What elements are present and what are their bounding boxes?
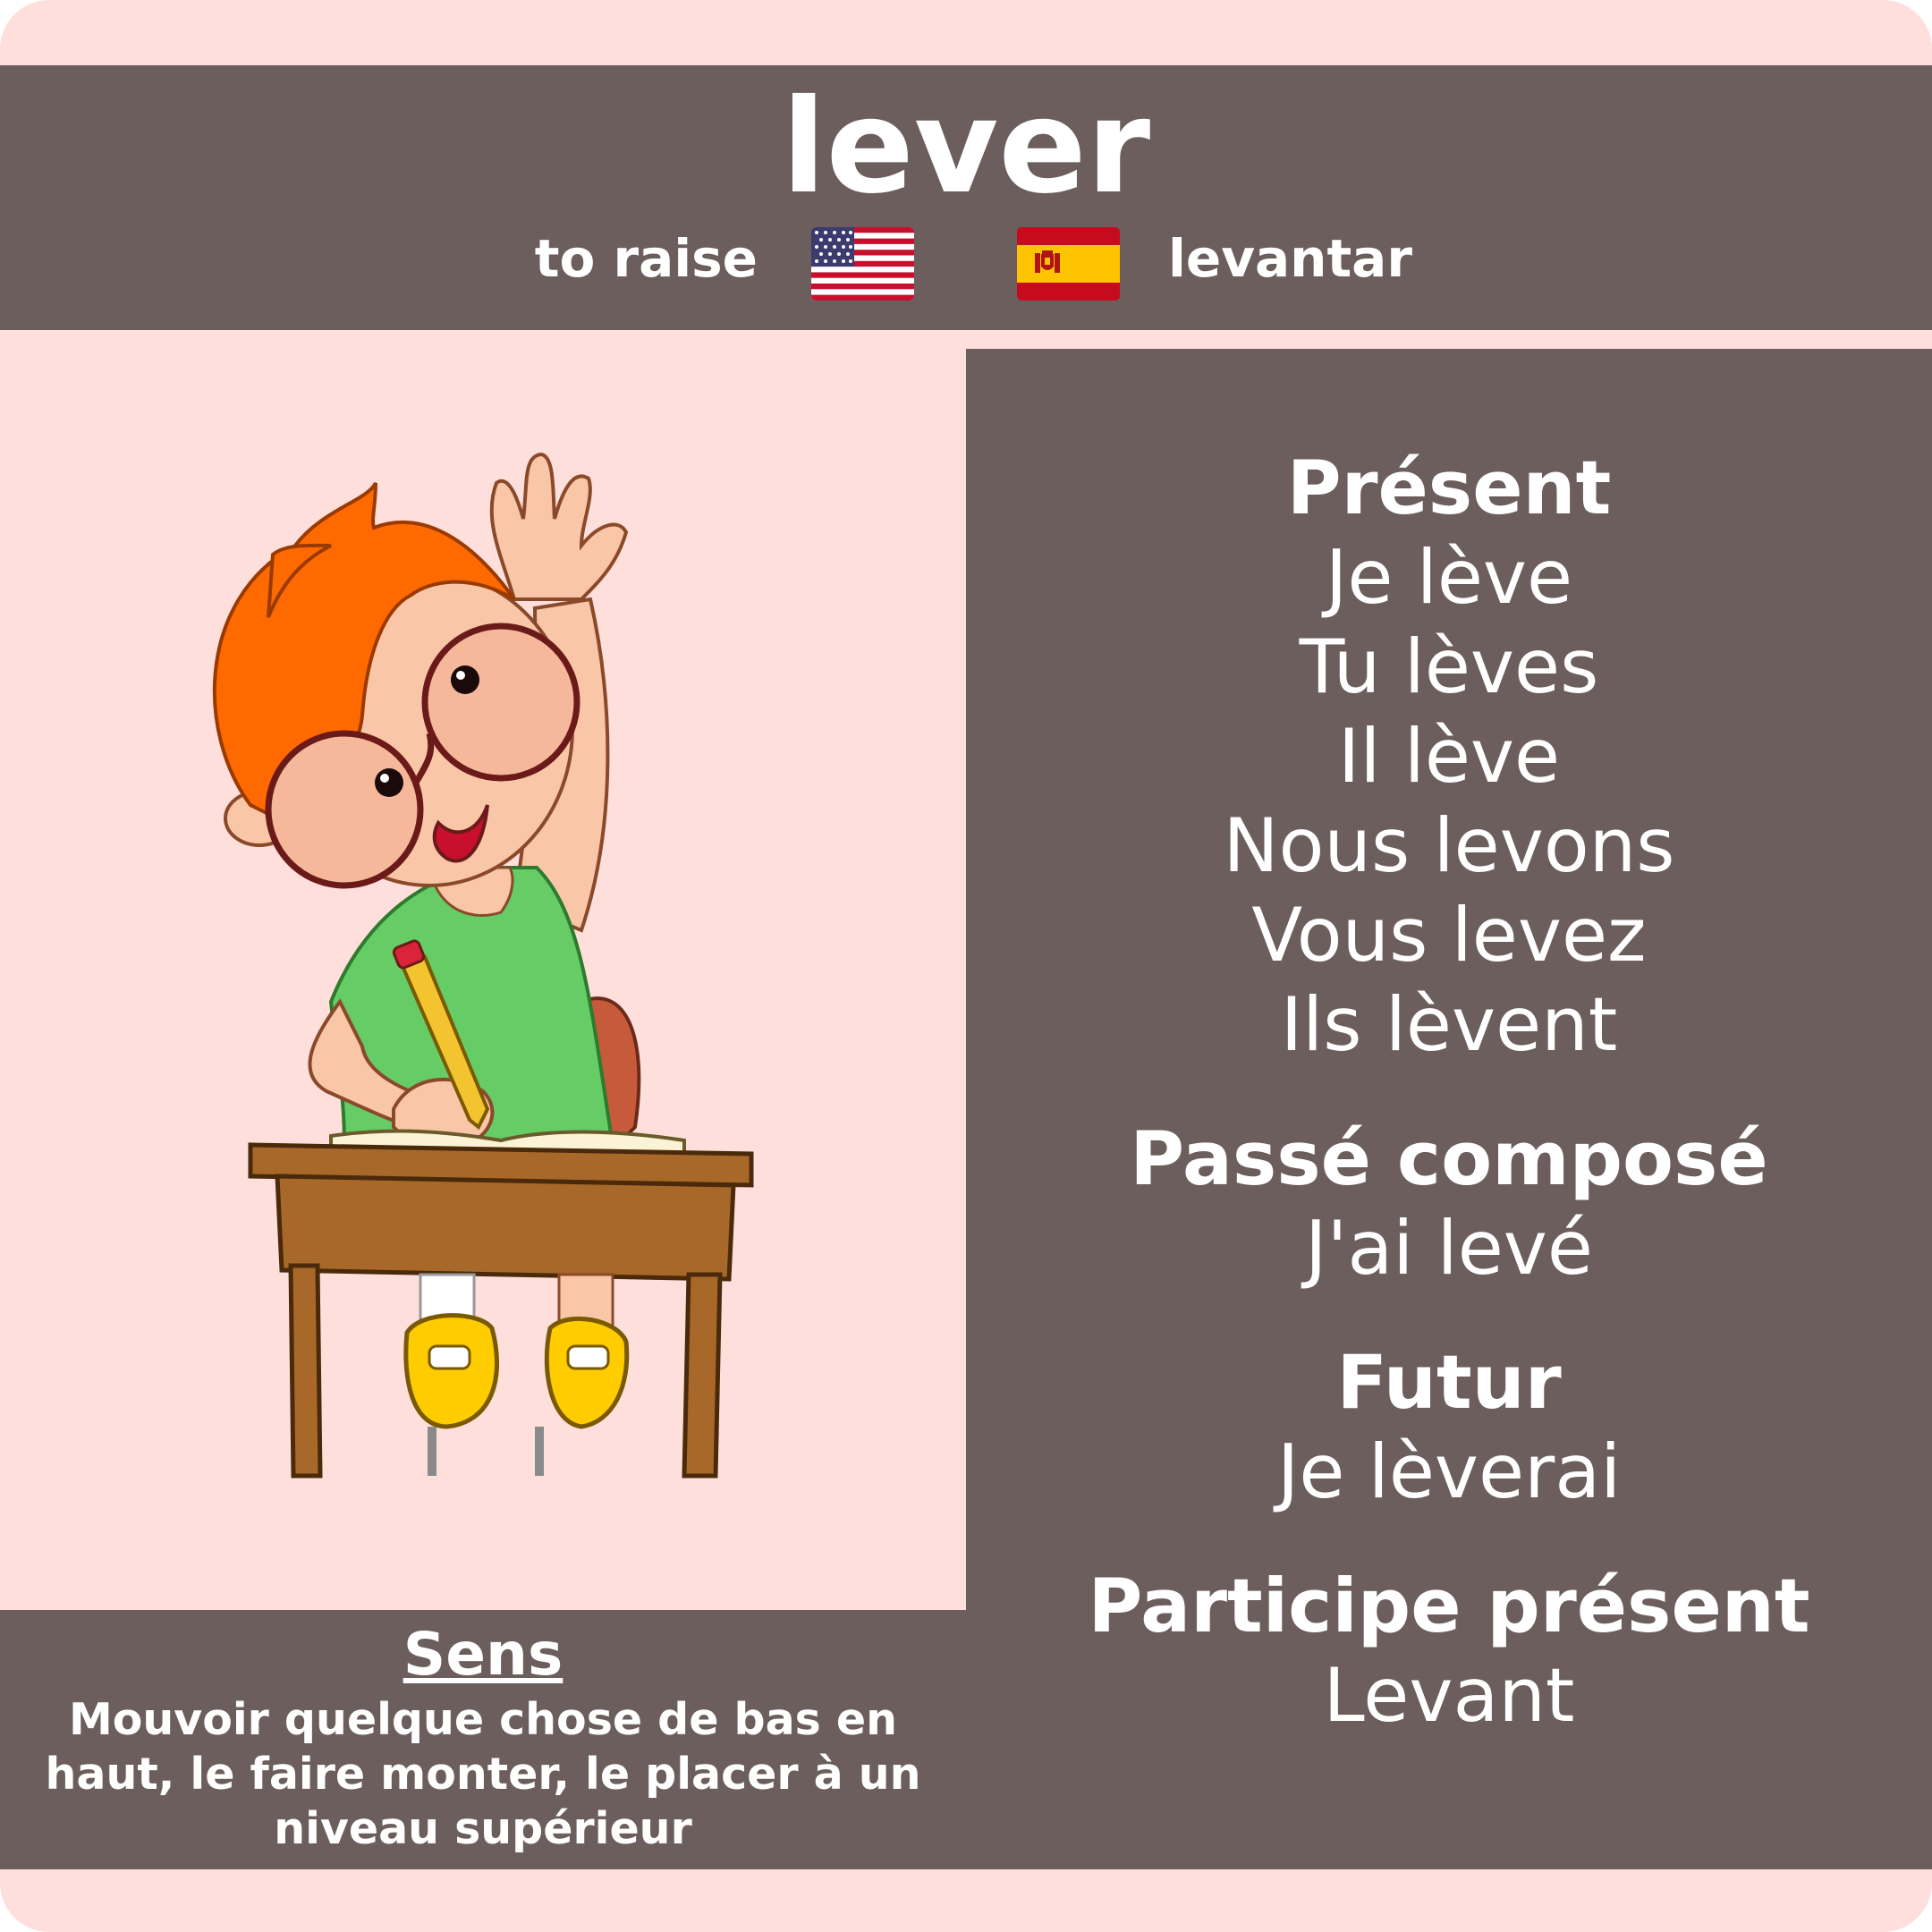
passe-compose-form: J'ai levé xyxy=(1305,1205,1593,1292)
present-form-ils: Ils lèvent xyxy=(1280,981,1618,1068)
present-form-je: Je lève xyxy=(1325,534,1573,621)
participe-present-label: Participe présent xyxy=(1088,1563,1810,1649)
spanish-translation: levantar xyxy=(1168,228,1412,289)
present-form-tu: Tu lèves xyxy=(1299,623,1599,710)
sens-title: Sens xyxy=(402,1620,564,1689)
verb-card: lever to raise levantar Présent Je lève … xyxy=(0,0,1932,1932)
present-form-vous: Vous levez xyxy=(1251,892,1647,979)
us-flag-icon xyxy=(811,227,914,301)
present-form-nous: Nous levons xyxy=(1223,802,1675,889)
participe-present-form: Levant xyxy=(1323,1652,1575,1739)
conjugation-list: Présent Je lève Tu lèves Il lève Nous le… xyxy=(966,444,1932,1741)
verb-title: lever xyxy=(781,72,1151,223)
passe-compose-label: Passé composé xyxy=(1130,1115,1768,1202)
sens-definition: Mouvoir quelque chose de bas en haut, le… xyxy=(45,1694,921,1854)
english-translation: to raise xyxy=(534,228,758,289)
child-raising-hand-illustration xyxy=(161,447,805,1503)
present-label: Présent xyxy=(1286,445,1612,531)
futur-form: Je lèverai xyxy=(1276,1428,1622,1515)
present-form-il: Il lève xyxy=(1337,713,1561,800)
spain-flag-icon xyxy=(1017,227,1120,301)
futur-label: Futur xyxy=(1336,1339,1562,1426)
